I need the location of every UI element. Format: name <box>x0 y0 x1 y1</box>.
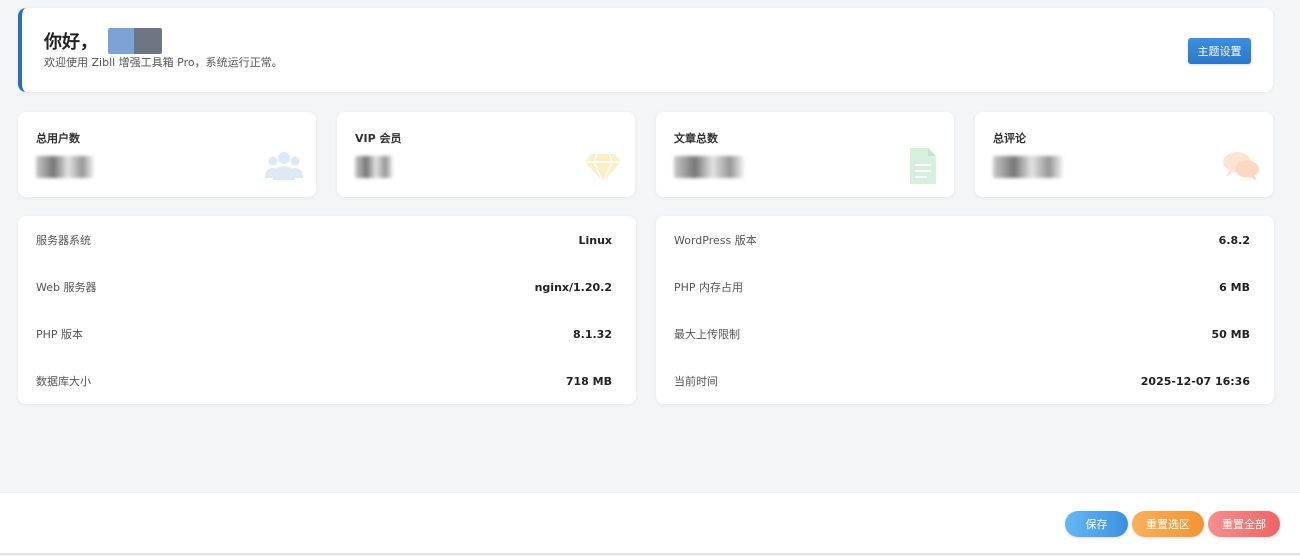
stat-value-redacted <box>36 156 94 178</box>
reset-all-button[interactable]: 重置全部 <box>1208 511 1280 537</box>
username-redacted <box>108 28 162 54</box>
chat-icon <box>1223 152 1259 181</box>
footer-action-bar: 保存 重置选区 重置全部 <box>0 492 1300 555</box>
diamond-icon <box>585 153 621 184</box>
welcome-title: 你好， <box>44 28 162 54</box>
info-key: 服务器系统 <box>36 234 91 247</box>
info-value: 6.8.2 <box>1218 233 1250 247</box>
footer-divider <box>0 553 1300 555</box>
stat-label: 总评论 <box>993 132 1026 145</box>
stat-label: VIP 会员 <box>355 132 402 145</box>
stat-card-posts: 文章总数 <box>656 112 954 197</box>
stat-value-redacted <box>674 156 744 178</box>
welcome-card: 你好， 欢迎使用 Zibll 增强工具箱 Pro，系统运行正常。 主题设置 <box>18 8 1273 92</box>
info-key: 数据库大小 <box>36 375 91 388</box>
users-icon <box>265 152 303 180</box>
info-key: 最大上传限制 <box>674 328 740 341</box>
info-value: 718 MB <box>565 374 612 388</box>
info-row: Web 服务器 nginx/1.20.2 <box>36 277 612 297</box>
stat-card-comments: 总评论 <box>975 112 1273 197</box>
info-value: 6 MB <box>1219 280 1250 294</box>
stat-card-users: 总用户数 <box>18 112 316 197</box>
info-value: 2025-12-07 16:36 <box>1140 374 1250 388</box>
stat-card-vip: VIP 会员 <box>337 112 635 197</box>
dashboard-page: 你好， 欢迎使用 Zibll 增强工具箱 Pro，系统运行正常。 主题设置 总用… <box>0 0 1300 556</box>
info-value: Linux <box>578 233 612 247</box>
info-row: WordPress 版本 6.8.2 <box>674 230 1250 250</box>
info-row: 当前时间 2025-12-07 16:36 <box>674 371 1250 391</box>
theme-settings-button[interactable]: 主题设置 <box>1188 38 1251 64</box>
info-key: Web 服务器 <box>36 281 97 294</box>
info-row: 最大上传限制 50 MB <box>674 324 1250 344</box>
info-row: PHP 内存占用 6 MB <box>674 277 1250 297</box>
greeting-text: 你好， <box>44 32 98 53</box>
reset-section-button[interactable]: 重置选区 <box>1132 511 1204 537</box>
stat-value-redacted <box>993 156 1063 178</box>
info-key: PHP 内存占用 <box>674 281 744 294</box>
stat-value-redacted <box>355 156 393 178</box>
document-icon <box>910 148 936 184</box>
info-value: nginx/1.20.2 <box>534 280 612 294</box>
save-button[interactable]: 保存 <box>1065 511 1128 537</box>
welcome-subtitle: 欢迎使用 Zibll 增强工具箱 Pro，系统运行正常。 <box>44 56 283 69</box>
stat-label: 文章总数 <box>674 132 718 145</box>
wordpress-info-card: WordPress 版本 6.8.2 PHP 内存占用 6 MB 最大上传限制 … <box>656 216 1274 404</box>
info-row: PHP 版本 8.1.32 <box>36 324 612 344</box>
info-row: 数据库大小 718 MB <box>36 371 612 391</box>
server-info-card: 服务器系统 Linux Web 服务器 nginx/1.20.2 PHP 版本 … <box>18 216 636 404</box>
info-key: 当前时间 <box>674 375 718 388</box>
info-value: 50 MB <box>1211 327 1250 341</box>
info-row: 服务器系统 Linux <box>36 230 612 250</box>
stat-label: 总用户数 <box>36 132 80 145</box>
info-key: PHP 版本 <box>36 328 84 341</box>
info-value: 8.1.32 <box>573 327 612 341</box>
info-key: WordPress 版本 <box>674 234 757 247</box>
